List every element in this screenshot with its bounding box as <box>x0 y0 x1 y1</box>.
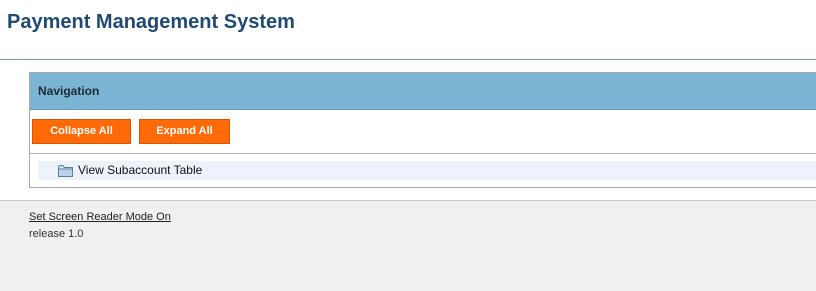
divider <box>30 153 816 154</box>
navigation-title: Navigation <box>38 84 100 98</box>
folder-icon <box>58 164 73 177</box>
main-content: Navigation Collapse All Expand All View … <box>0 60 816 200</box>
screen-reader-mode-link[interactable]: Set Screen Reader Mode On <box>29 211 171 223</box>
release-version: release 1.0 <box>29 228 84 240</box>
page-header: Payment Management System <box>0 0 816 60</box>
tree-item-view-subaccount-table[interactable]: View Subaccount Table <box>38 161 816 180</box>
tree-item-label: View Subaccount Table <box>78 163 203 177</box>
collapse-all-button[interactable]: Collapse All <box>32 119 131 144</box>
navigation-header: Navigation <box>30 73 816 110</box>
app-title: Payment Management System <box>7 11 295 33</box>
expand-all-button[interactable]: Expand All <box>139 119 230 144</box>
page-footer: Set Screen Reader Mode On release 1.0 <box>0 200 816 291</box>
navigation-panel: Navigation Collapse All Expand All View … <box>29 72 816 188</box>
